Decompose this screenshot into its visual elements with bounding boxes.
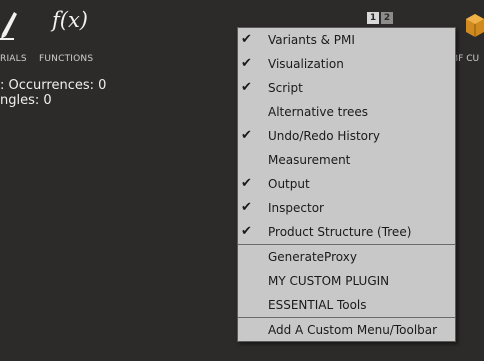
menu-item-essential-tools[interactable]: ESSENTIAL Tools <box>238 293 455 317</box>
functions-label: FUNCTIONS <box>39 54 94 64</box>
pencil-icon <box>0 12 17 40</box>
page-toggle[interactable]: 1 2 <box>367 12 393 24</box>
menu-item-label: Undo/Redo History <box>268 129 381 143</box>
checkmark-icon: ✔ <box>241 176 252 191</box>
page-1-button[interactable]: 1 <box>367 12 379 24</box>
checkmark-icon: ✔ <box>241 80 252 95</box>
menu-item-measurement[interactable]: Measurement <box>238 148 455 172</box>
occurrences-count: : Occurrences: 0 <box>0 78 107 93</box>
checkmark-icon: ✔ <box>241 128 252 143</box>
checkmark-icon: ✔ <box>241 224 252 239</box>
menu-item-add-custom-menu[interactable]: Add A Custom Menu/Toolbar <box>238 318 455 342</box>
checkmark-icon: ✔ <box>241 200 252 215</box>
menu-item-inspector[interactable]: ✔ Inspector <box>238 196 455 220</box>
toolbar-context-menu: ✔ Variants & PMI ✔ Visualization ✔ Scrip… <box>237 27 456 342</box>
menu-item-label: Variants & PMI <box>268 33 355 47</box>
menu-item-output[interactable]: ✔ Output <box>238 172 455 196</box>
menu-item-label: Add A Custom Menu/Toolbar <box>268 323 438 337</box>
function-icon: f(x) <box>52 8 89 32</box>
menu-item-label: ESSENTIAL Tools <box>268 298 367 312</box>
menu-item-label: Measurement <box>268 153 351 167</box>
menu-item-undo-redo-history[interactable]: ✔ Undo/Redo History <box>238 124 455 148</box>
menu-item-generate-proxy[interactable]: GenerateProxy <box>238 245 455 269</box>
triangles-count: ngles: 0 <box>0 93 52 108</box>
menu-item-label: Visualization <box>268 57 344 71</box>
menu-item-label: MY CUSTOM PLUGIN <box>268 274 390 288</box>
menu-item-alternative-trees[interactable]: Alternative trees <box>238 100 455 124</box>
menu-item-my-custom-plugin[interactable]: MY CUSTOM PLUGIN <box>238 269 455 293</box>
checkmark-icon: ✔ <box>241 56 252 71</box>
menu-item-label: Inspector <box>268 201 324 215</box>
menu-item-label: Alternative trees <box>268 105 369 119</box>
materials-label: RIALS <box>0 54 27 64</box>
menu-item-visualization[interactable]: ✔ Visualization <box>238 52 455 76</box>
menu-item-script[interactable]: ✔ Script <box>238 76 455 100</box>
menu-item-label: Output <box>268 177 310 191</box>
menu-item-label: Product Structure (Tree) <box>268 225 412 239</box>
menu-item-product-structure[interactable]: ✔ Product Structure (Tree) <box>238 220 455 244</box>
menu-item-label: GenerateProxy <box>268 250 357 264</box>
bf-cube-label: BF CU <box>452 54 480 64</box>
menu-item-label: Script <box>268 81 303 95</box>
menu-item-variants-pmi[interactable]: ✔ Variants & PMI <box>238 28 455 52</box>
checkmark-icon: ✔ <box>241 32 252 47</box>
page-2-button[interactable]: 2 <box>381 12 393 24</box>
cube-icon <box>466 14 484 37</box>
